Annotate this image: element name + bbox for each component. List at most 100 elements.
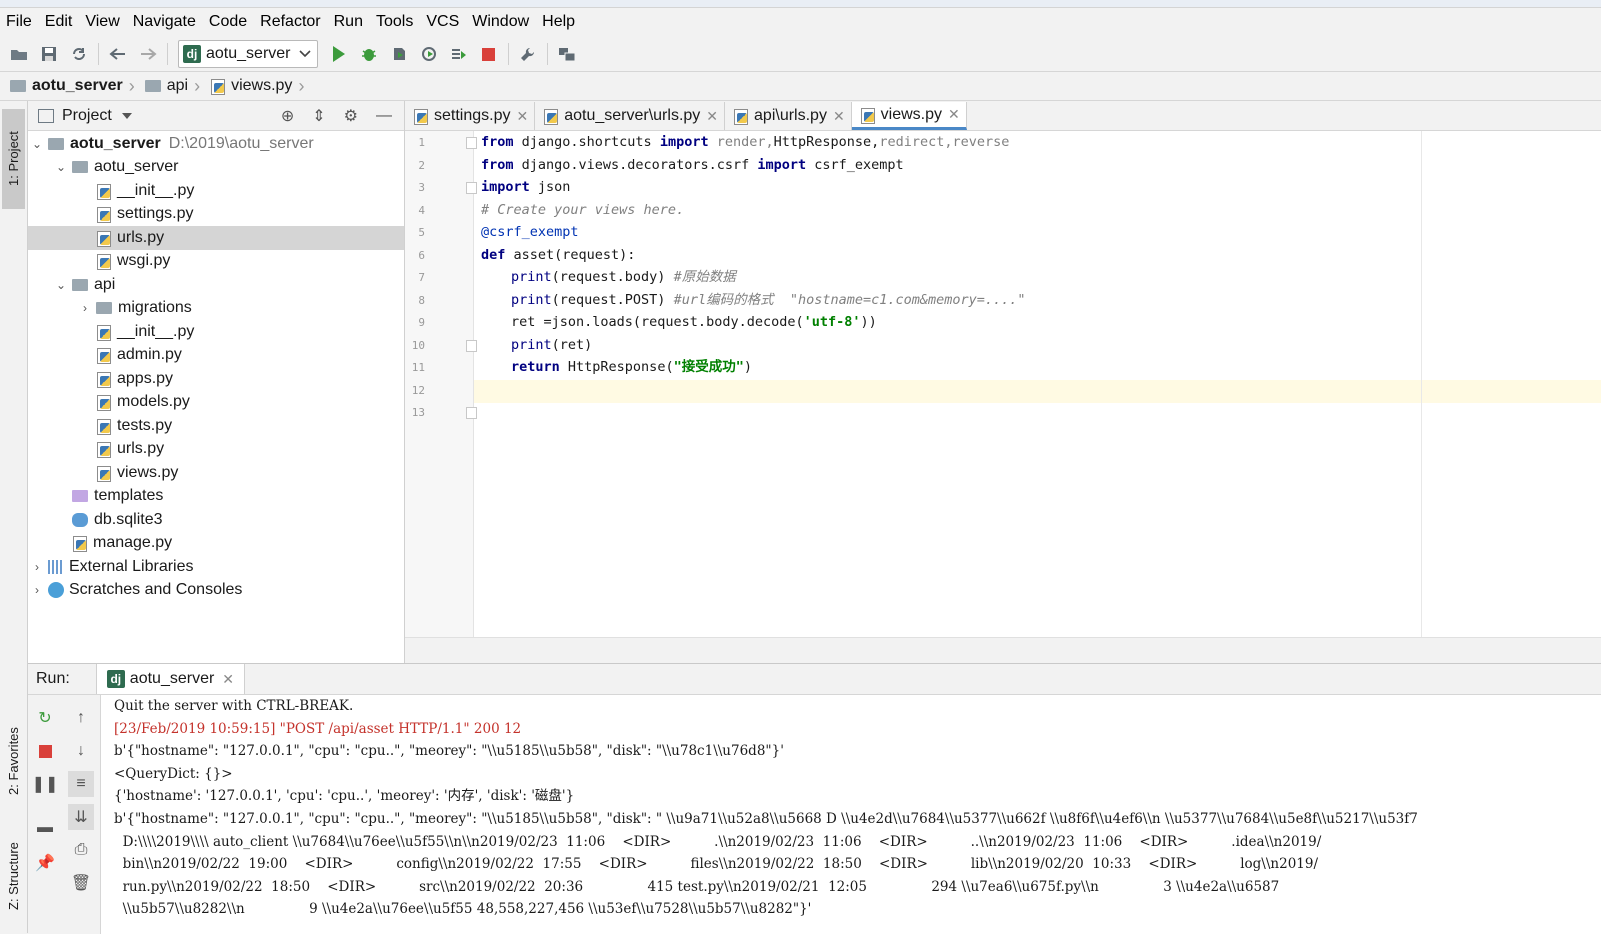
chevron-right-icon[interactable]: › — [30, 560, 44, 574]
fold-marker-icon[interactable] — [466, 137, 477, 149]
tree-item[interactable]: › migrations — [28, 297, 404, 321]
fold-marker-icon[interactable] — [466, 339, 477, 352]
run-concurrency-icon[interactable] — [444, 40, 474, 68]
pause-icon[interactable]: ❚❚ — [32, 771, 59, 797]
editor-tab[interactable]: api\urls.py ✕ — [725, 102, 852, 130]
up-arrow-icon[interactable]: ↑ — [68, 705, 94, 731]
menu-run[interactable]: Run — [328, 13, 370, 31]
rerun-icon[interactable]: ↻ — [32, 705, 58, 731]
forward-arrow-icon[interactable] — [133, 40, 163, 68]
tree-item[interactable]: views.py — [28, 461, 404, 485]
gear-icon[interactable]: ⚙ — [344, 106, 358, 126]
console-output[interactable]: Quit the server with CTRL-BREAK. [23/Feb/… — [114, 695, 1601, 934]
line-number: 11 — [411, 361, 425, 374]
tree-item[interactable]: wsgi.py — [28, 250, 404, 274]
run-icon[interactable] — [324, 40, 354, 68]
tree-item[interactable]: db.sqlite3 — [28, 508, 404, 532]
tree-item[interactable]: admin.py — [28, 344, 404, 368]
chevron-right-icon[interactable]: › — [78, 301, 92, 315]
tree-item[interactable]: apps.py — [28, 367, 404, 391]
menu-tools[interactable]: Tools — [370, 13, 420, 31]
back-arrow-icon[interactable] — [103, 40, 133, 68]
fold-marker-icon[interactable] — [466, 407, 477, 419]
debug-bug-icon[interactable] — [354, 40, 384, 68]
close-icon[interactable]: ✕ — [516, 108, 528, 125]
tree-item[interactable]: settings.py — [28, 203, 404, 227]
tree-item[interactable]: urls.py — [28, 226, 404, 250]
tree-item[interactable]: ⌄ api — [28, 273, 404, 297]
menu-navigate[interactable]: Navigate — [127, 13, 203, 31]
wrench-settings-icon[interactable] — [513, 40, 543, 68]
close-icon[interactable]: ✕ — [222, 671, 234, 688]
tree-item[interactable]: manage.py — [28, 532, 404, 556]
tree-item[interactable]: __init__.py — [28, 320, 404, 344]
chevron-down-icon[interactable] — [121, 112, 132, 120]
menu-help[interactable]: Help — [536, 13, 582, 31]
scratches-icon — [48, 582, 64, 599]
stop-icon[interactable] — [474, 40, 504, 68]
editor-tab[interactable]: settings.py ✕ — [405, 102, 536, 130]
tree-root[interactable]: ⌄ aotu_server D:\2019\aotu_server — [28, 132, 404, 156]
sync-icon[interactable] — [64, 40, 94, 68]
close-icon[interactable]: ✕ — [706, 108, 718, 125]
tree-item[interactable]: urls.py — [28, 438, 404, 462]
menu-window[interactable]: Window — [466, 13, 536, 31]
down-arrow-icon[interactable]: ↓ — [68, 738, 94, 764]
run-configuration-select[interactable]: dj aotu_server — [178, 40, 318, 68]
locate-icon[interactable]: ⊕ — [281, 106, 294, 126]
fold-marker-icon[interactable] — [466, 182, 477, 194]
code-area[interactable]: from django.shortcuts import render,Http… — [481, 131, 1601, 637]
run-panel: Run: dj aotu_server ✕ ↻ ❚❚ ▬ 📌 ↑ ↓ ≡ ⇊ ⎙… — [28, 663, 1601, 934]
tree-item[interactable]: tests.py — [28, 414, 404, 438]
horizontal-scrollbar[interactable] — [405, 637, 1601, 664]
editor-tab[interactable]: aotu_server\urls.py ✕ — [535, 102, 726, 130]
soft-wrap-icon[interactable]: ≡ — [68, 771, 94, 797]
minimize-icon[interactable]: — — [376, 107, 392, 125]
chevron-down-icon[interactable]: ⌄ — [54, 278, 68, 292]
profile-icon[interactable] — [414, 40, 444, 68]
save-icon[interactable] — [34, 40, 64, 68]
trash-icon[interactable]: 🗑 — [68, 870, 94, 896]
collapse-all-icon[interactable]: ⇕ — [312, 106, 325, 126]
open-folder-icon[interactable] — [4, 40, 34, 68]
structure-tool-tab[interactable]: Z: Structure — [2, 826, 25, 926]
menu-code[interactable]: Code — [203, 13, 254, 31]
external-libraries[interactable]: › External Libraries — [28, 555, 404, 579]
code-line-10: print(ret) — [511, 336, 593, 353]
breadcrumb-views-py[interactable]: views.py — [200, 77, 296, 95]
chevron-right-icon[interactable]: › — [30, 583, 44, 597]
menu-vcs[interactable]: VCS — [420, 13, 466, 31]
chevron-down-icon[interactable]: ⌄ — [54, 160, 68, 174]
menu-refactor[interactable]: Refactor — [254, 13, 327, 31]
chevron-down-icon[interactable]: ⌄ — [30, 137, 44, 151]
python-file-icon — [96, 230, 112, 247]
menu-view[interactable]: View — [79, 13, 126, 31]
line-number: 13 — [411, 406, 425, 419]
run-tab-aotu-server[interactable]: dj aotu_server ✕ — [95, 664, 246, 694]
menu-edit[interactable]: Edit — [39, 13, 80, 31]
editor-tab[interactable]: views.py ✕ — [851, 102, 967, 130]
favorites-tool-tab[interactable]: 2: Favorites — [2, 711, 25, 811]
layout-icon[interactable]: ▬ — [32, 815, 58, 841]
scroll-to-end-icon[interactable]: ⇊ — [68, 804, 94, 830]
breadcrumb-api[interactable]: api — [135, 77, 192, 95]
project-structure-icon[interactable] — [552, 40, 582, 68]
scratches-and-consoles[interactable]: › Scratches and Consoles — [28, 579, 404, 603]
breadcrumb-aotu-server[interactable]: aotu_server — [0, 77, 127, 95]
tree-item[interactable]: __init__.py — [28, 179, 404, 203]
tree-item[interactable]: templates — [28, 485, 404, 509]
close-icon[interactable]: ✕ — [833, 108, 845, 125]
tree-item-label: settings.py — [117, 205, 194, 223]
pin-icon[interactable]: 📌 — [32, 850, 58, 876]
coverage-icon[interactable] — [384, 40, 414, 68]
menu-file[interactable]: File — [0, 13, 39, 31]
breadcrumb: aotu_server › api › views.py › — [0, 72, 1601, 101]
stop-icon[interactable] — [32, 738, 58, 764]
project-panel-title[interactable]: Project — [62, 107, 112, 125]
python-file-icon — [860, 107, 876, 124]
tree-item[interactable]: ⌄ aotu_server — [28, 156, 404, 180]
tree-item[interactable]: models.py — [28, 391, 404, 415]
print-icon[interactable]: ⎙ — [68, 837, 94, 863]
close-icon[interactable]: ✕ — [948, 106, 960, 123]
project-tool-tab[interactable]: 1: Project — [2, 109, 25, 209]
